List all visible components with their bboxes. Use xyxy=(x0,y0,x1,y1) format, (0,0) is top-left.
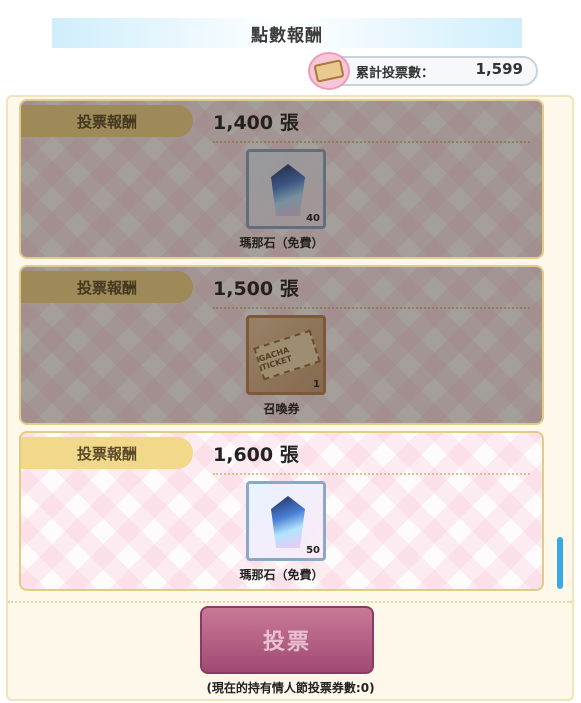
mana-stone-icon[interactable]: 40 xyxy=(246,149,326,229)
reward-threshold: 1,600 張 xyxy=(213,444,299,466)
item-name: 瑪那石（免費） xyxy=(239,236,324,250)
mana-stone-icon[interactable]: 50 xyxy=(246,481,326,561)
reward-tag: 投票報酬 xyxy=(21,105,193,137)
reward-tag: 投票報酬 xyxy=(21,271,193,303)
reward-card: 投票報酬 1,400 張 40 瑪那石（免費） xyxy=(19,99,544,259)
total-votes-value: 1,599 xyxy=(475,60,523,78)
reward-list[interactable]: 投票報酬 1,400 張 40 瑪那石（免費） 投票報酬 1,500 張 GAC… xyxy=(8,97,572,603)
title-bar: 點數報酬 xyxy=(52,18,522,48)
item-name: 瑪那石（免費） xyxy=(239,568,324,582)
item-quantity: 1 xyxy=(313,379,320,390)
page-title: 點數報酬 xyxy=(251,25,323,46)
reward-tag: 投票報酬 xyxy=(21,437,193,469)
reward-card: 投票報酬 1,500 張 GACHA TICKET 1 召喚券 xyxy=(19,265,544,425)
total-votes-label: 累計投票數： xyxy=(356,66,435,81)
reward-threshold: 1,400 張 xyxy=(213,112,299,134)
held-tickets-note: (現在的持有情人節投票券數:0) xyxy=(206,681,375,695)
scrollbar-thumb[interactable] xyxy=(557,537,563,589)
item-quantity: 50 xyxy=(306,545,320,556)
reward-card: 投票報酬 1,600 張 50 瑪那石（免費） xyxy=(19,431,544,591)
item-quantity: 40 xyxy=(306,213,320,224)
vote-ticket-icon xyxy=(308,52,350,90)
item-name: 召喚券 xyxy=(263,402,300,416)
gacha-ticket-icon[interactable]: GACHA TICKET 1 xyxy=(246,315,326,395)
reward-threshold: 1,500 張 xyxy=(213,278,299,300)
vote-button[interactable]: 投票 xyxy=(200,606,374,674)
